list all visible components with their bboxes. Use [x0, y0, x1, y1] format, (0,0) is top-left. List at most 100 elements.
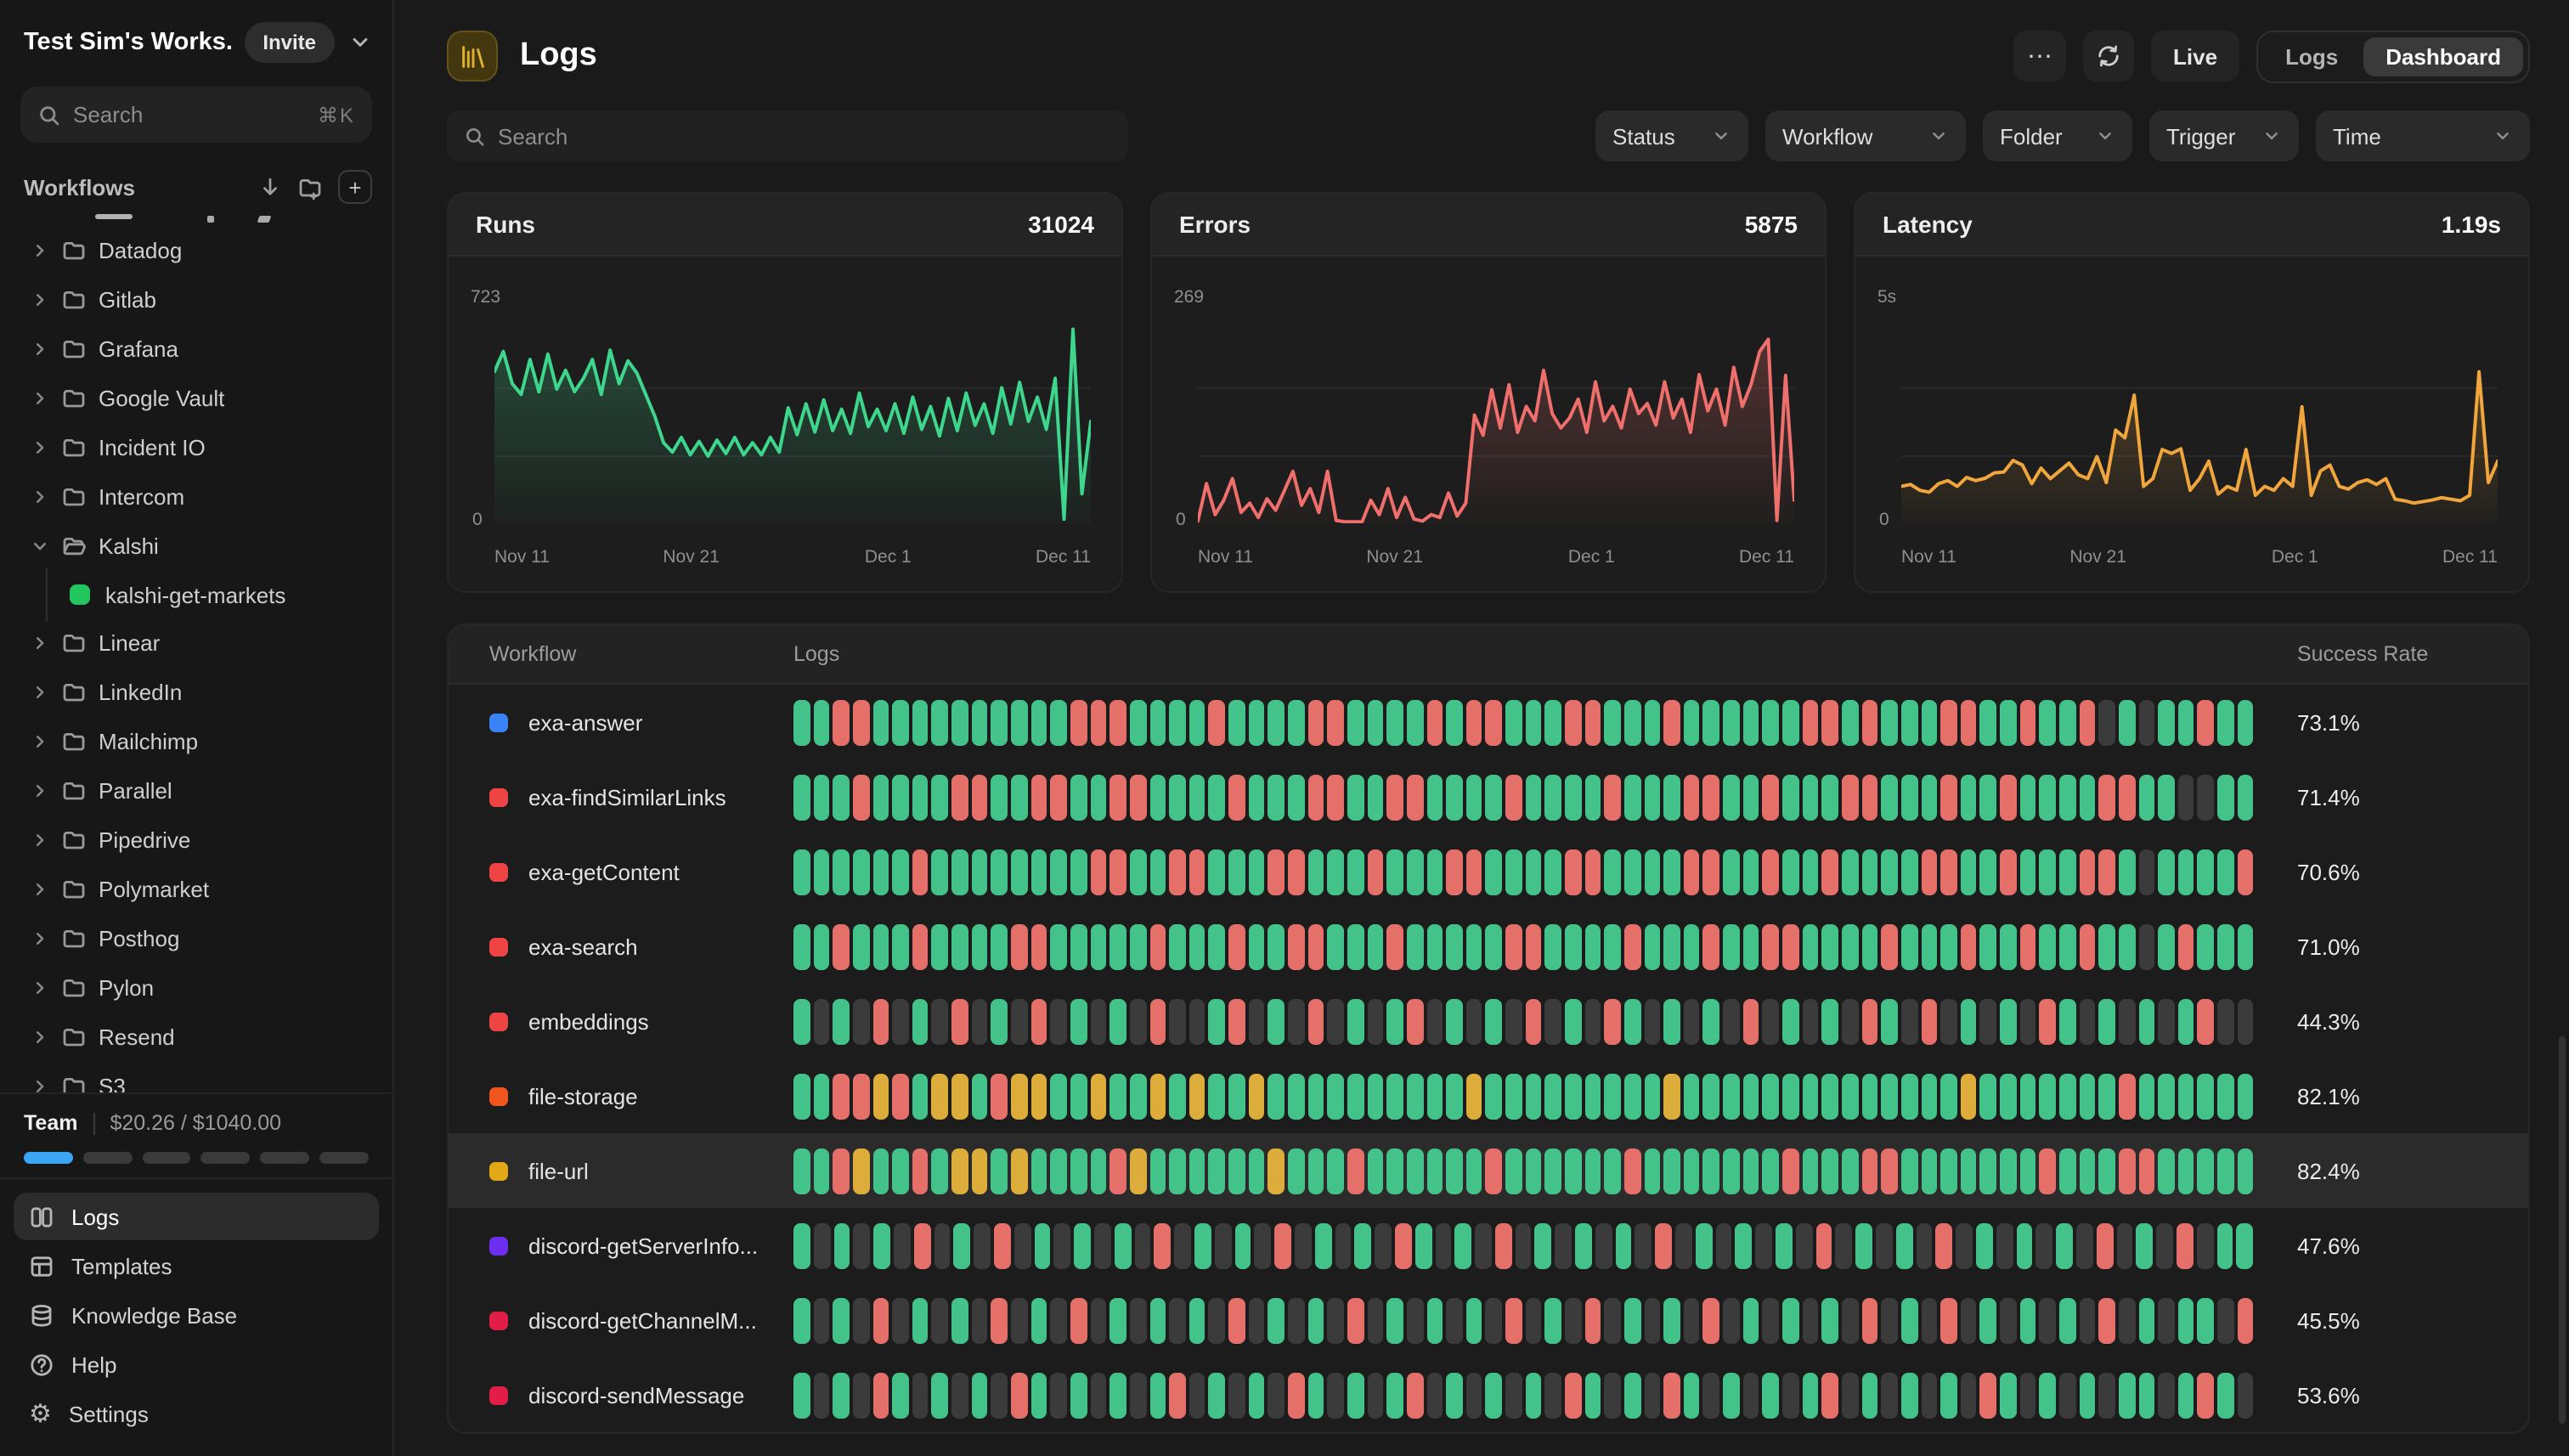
log-bar[interactable]	[1861, 1297, 1877, 1343]
filter-status[interactable]: Status	[1595, 110, 1748, 161]
log-bar[interactable]	[1584, 998, 1601, 1044]
log-bar[interactable]	[1466, 1073, 1482, 1119]
log-bar[interactable]	[972, 1372, 988, 1418]
log-bar[interactable]	[1386, 998, 1403, 1044]
log-bar[interactable]	[833, 699, 850, 745]
log-bar[interactable]	[991, 1148, 1008, 1194]
log-bar[interactable]	[2099, 699, 2115, 745]
log-bar[interactable]	[1663, 699, 1680, 745]
log-bar[interactable]	[1314, 1222, 1331, 1268]
sidebar-folder-datadog[interactable]: Datadog	[14, 226, 379, 275]
log-bar[interactable]	[2158, 1148, 2174, 1194]
log-bar[interactable]	[1763, 699, 1779, 745]
log-bar[interactable]	[1288, 998, 1304, 1044]
log-bar[interactable]	[2198, 1372, 2214, 1418]
log-bar[interactable]	[1901, 699, 1917, 745]
log-bar[interactable]	[2238, 1297, 2254, 1343]
log-bar[interactable]	[1070, 1372, 1087, 1418]
log-bar[interactable]	[1525, 849, 1541, 894]
log-bar[interactable]	[2198, 998, 2214, 1044]
log-bar[interactable]	[1584, 1073, 1601, 1119]
log-bar[interactable]	[1475, 1222, 1492, 1268]
log-bar[interactable]	[2177, 1222, 2194, 1268]
log-bar[interactable]	[1743, 699, 1759, 745]
log-bar[interactable]	[2059, 774, 2075, 820]
log-bar[interactable]	[813, 1073, 829, 1119]
sidebar-workflow-kalshi-get-markets[interactable]: kalshi-get-markets	[14, 571, 379, 618]
log-bar[interactable]	[1861, 923, 1877, 969]
log-bar[interactable]	[1822, 1297, 1838, 1343]
log-bar[interactable]	[1842, 1073, 1858, 1119]
log-bar[interactable]	[1842, 1372, 1858, 1418]
log-bar[interactable]	[2019, 1148, 2035, 1194]
log-bar[interactable]	[1169, 849, 1185, 894]
log-bar[interactable]	[1386, 1073, 1403, 1119]
log-bar[interactable]	[853, 1297, 869, 1343]
log-bar[interactable]	[833, 1297, 850, 1343]
log-bar[interactable]	[1386, 1372, 1403, 1418]
log-bar[interactable]	[2040, 849, 2056, 894]
log-bar[interactable]	[872, 699, 889, 745]
log-bar[interactable]	[1228, 1073, 1245, 1119]
log-bar[interactable]	[1723, 1297, 1739, 1343]
log-bar[interactable]	[892, 1148, 908, 1194]
log-bar[interactable]	[2000, 774, 2016, 820]
log-bar[interactable]	[912, 1148, 929, 1194]
log-bar[interactable]	[1130, 849, 1146, 894]
log-bar[interactable]	[1268, 849, 1284, 894]
log-bar[interactable]	[1455, 1222, 1472, 1268]
log-bar[interactable]	[932, 699, 948, 745]
log-bar[interactable]	[2040, 699, 2056, 745]
log-bar[interactable]	[1288, 1073, 1304, 1119]
log-bar[interactable]	[1209, 1073, 1225, 1119]
log-bar[interactable]	[1407, 849, 1423, 894]
log-bar[interactable]	[1030, 1148, 1047, 1194]
log-bar[interactable]	[1014, 1222, 1031, 1268]
log-bar[interactable]	[1605, 699, 1621, 745]
log-bar[interactable]	[1011, 1148, 1027, 1194]
log-bar[interactable]	[1663, 1073, 1680, 1119]
log-bar[interactable]	[1070, 699, 1087, 745]
log-bar[interactable]	[1011, 849, 1027, 894]
live-button[interactable]: Live	[2151, 31, 2239, 82]
log-bar[interactable]	[1189, 1297, 1205, 1343]
log-bar[interactable]	[1367, 923, 1383, 969]
log-bar[interactable]	[914, 1222, 931, 1268]
log-bar[interactable]	[1446, 1297, 1462, 1343]
log-bar[interactable]	[1921, 1148, 1937, 1194]
log-bar[interactable]	[1228, 699, 1245, 745]
log-bar[interactable]	[1703, 849, 1719, 894]
log-bar[interactable]	[1961, 699, 1977, 745]
log-bar[interactable]	[2217, 774, 2233, 820]
log-bar[interactable]	[1110, 699, 1126, 745]
log-bar[interactable]	[1347, 699, 1364, 745]
log-bar[interactable]	[1763, 1148, 1779, 1194]
log-bar[interactable]	[1763, 774, 1779, 820]
log-bar[interactable]	[2197, 1222, 2214, 1268]
log-bar[interactable]	[1822, 849, 1838, 894]
log-bar[interactable]	[912, 774, 929, 820]
log-bar[interactable]	[934, 1222, 951, 1268]
log-bar[interactable]	[1070, 1073, 1087, 1119]
log-bar[interactable]	[2019, 998, 2035, 1044]
log-bar[interactable]	[1248, 1148, 1264, 1194]
log-bar[interactable]	[1980, 1297, 1996, 1343]
log-bar[interactable]	[813, 849, 829, 894]
log-bar[interactable]	[1940, 1148, 1956, 1194]
log-bar[interactable]	[1486, 849, 1502, 894]
log-bar[interactable]	[951, 1297, 968, 1343]
log-bar[interactable]	[932, 1297, 948, 1343]
log-bar[interactable]	[1268, 1297, 1284, 1343]
log-bar[interactable]	[872, 1148, 889, 1194]
log-bar[interactable]	[892, 1073, 908, 1119]
log-bar[interactable]	[972, 849, 988, 894]
log-bar[interactable]	[1525, 1372, 1541, 1418]
log-bar[interactable]	[2198, 1148, 2214, 1194]
new-workflow-button[interactable]: +	[338, 170, 372, 204]
log-bar[interactable]	[1466, 774, 1482, 820]
log-bar[interactable]	[1248, 1372, 1264, 1418]
log-bar[interactable]	[2019, 699, 2035, 745]
chevron-down-icon[interactable]	[348, 31, 372, 54]
log-bar[interactable]	[1407, 923, 1423, 969]
log-bar[interactable]	[1189, 923, 1205, 969]
